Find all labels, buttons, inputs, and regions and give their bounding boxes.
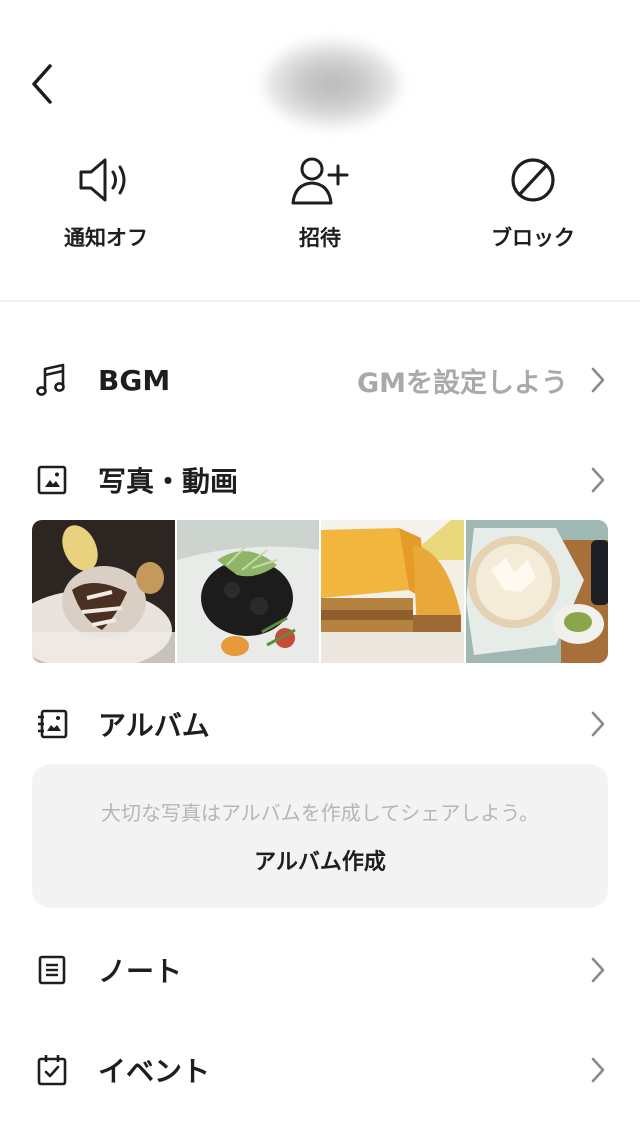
chat-settings-screen: 通知オフ 招待 ブロック BGM BGMを設定しよう 写真・動画 アルバム 大切… <box>0 0 640 1136</box>
note-icon <box>34 952 70 988</box>
invite-label: 招待 <box>299 226 341 250</box>
mute-notifications-label: 通知オフ <box>64 226 148 250</box>
chevron-right-icon <box>586 952 610 988</box>
photo-icon <box>34 462 70 498</box>
block-icon <box>503 150 563 210</box>
create-album-button[interactable]: アルバム作成 <box>254 844 386 876</box>
mute-notifications-button[interactable]: 通知オフ <box>16 150 196 260</box>
back-button[interactable] <box>18 58 66 110</box>
action-row: 通知オフ 招待 ブロック <box>0 150 640 260</box>
bgm-label: BGM <box>98 363 171 397</box>
chevron-left-icon <box>32 64 52 104</box>
album-label: アルバム <box>98 709 210 742</box>
photo-strip <box>32 520 608 663</box>
sandwich-photo[interactable] <box>321 520 464 663</box>
block-button[interactable]: ブロック <box>443 150 623 260</box>
chevron-right-icon <box>586 706 610 742</box>
bgm-value: BGMを設定しよう <box>358 367 568 399</box>
note-row[interactable]: ノート <box>0 940 640 1000</box>
squid-ink-dish-photo[interactable] <box>176 520 319 663</box>
gratin-plate-photo[interactable] <box>465 520 608 663</box>
block-label: ブロック <box>491 226 575 250</box>
photos-videos-row[interactable]: 写真・動画 <box>0 450 640 510</box>
add-person-icon <box>290 150 350 210</box>
speaker-icon <box>76 150 136 210</box>
album-hint-text: 大切な写真はアルバムを作成してシェアしよう。 <box>101 800 539 825</box>
calendar-check-icon <box>34 1052 70 1088</box>
album-icon <box>34 706 70 742</box>
chevron-right-icon <box>586 462 610 498</box>
chevron-right-icon <box>586 1052 610 1088</box>
section-divider <box>0 300 640 302</box>
music-note-icon <box>34 362 70 398</box>
invite-button[interactable]: 招待 <box>230 150 410 260</box>
event-row[interactable]: イベント <box>0 1040 640 1100</box>
chevron-right-icon <box>586 362 610 398</box>
album-row[interactable]: アルバム <box>0 694 640 754</box>
photos-videos-label: 写真・動画 <box>98 465 239 498</box>
dessert-photo[interactable] <box>32 520 175 663</box>
note-label: ノート <box>98 955 183 988</box>
bgm-row[interactable]: BGM BGMを設定しよう <box>0 350 640 410</box>
blurred-profile-name <box>262 40 402 128</box>
album-create-card: 大切な写真はアルバムを作成してシェアしよう。 アルバム作成 <box>32 764 608 908</box>
event-label: イベント <box>98 1055 211 1088</box>
